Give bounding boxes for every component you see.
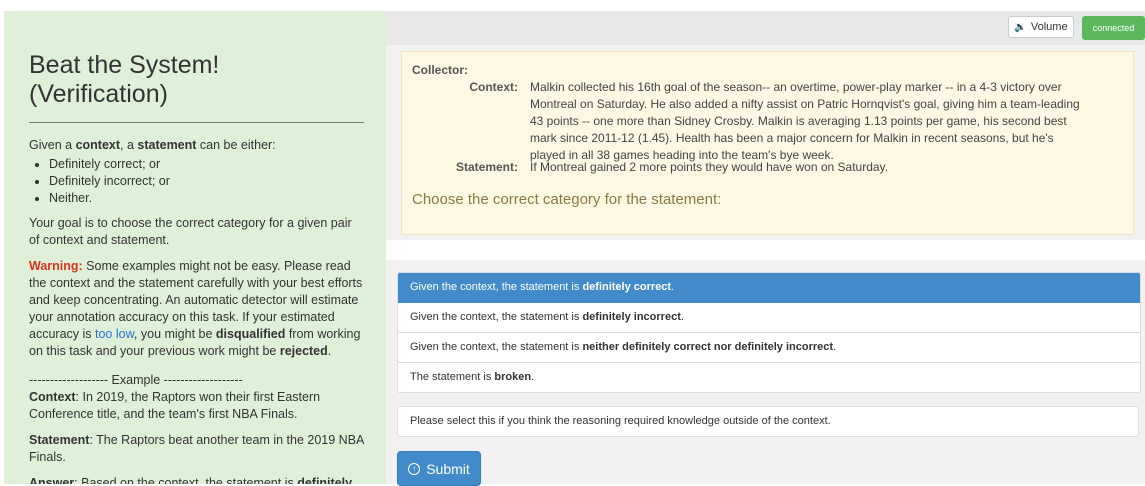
context-row: Context: Malkin collected his 16th goal … (402, 79, 1090, 164)
instructions-panel: Beat the System! (Verification) Given a … (4, 11, 386, 484)
statement-row: Statement: If Montreal gained 2 more poi… (402, 159, 1090, 176)
category-list: Definitely correct; or Definitely incorr… (29, 156, 364, 207)
option-definitely-incorrect[interactable]: Given the context, the statement is defi… (398, 303, 1140, 333)
volume-button[interactable]: 🔉 Volume (1008, 16, 1074, 38)
answer-options: Given the context, the statement is defi… (397, 272, 1141, 393)
statement-text: If Montreal gained 2 more points they wo… (530, 160, 888, 174)
too-low-link[interactable]: too low (95, 327, 134, 341)
context-text: Malkin collected his 16th goal of the se… (530, 80, 1080, 162)
context-label: Context: (469, 80, 518, 94)
submit-button[interactable]: ↑ Submit (397, 451, 481, 486)
speaker-icon: 🔉 (1014, 21, 1027, 33)
example-answer: Answer: Based on the context, the statem… (29, 476, 353, 484)
list-item: Definitely incorrect; or (49, 173, 364, 190)
list-item: Definitely correct; or (49, 156, 364, 173)
option-definitely-correct[interactable]: Given the context, the statement is defi… (398, 273, 1140, 303)
divider (29, 122, 364, 123)
option-broken[interactable]: The statement is broken. (398, 363, 1140, 392)
collector-label: Collector: (412, 63, 469, 77)
example-context: Context: In 2019, the Raptors won their … (29, 390, 321, 421)
outside-knowledge-option[interactable]: Please select this if you think the reas… (397, 406, 1139, 437)
upload-circle-icon: ↑ (408, 462, 421, 475)
task-panel: Collector: Context: Malkin collected his… (401, 51, 1134, 235)
list-item: Neither. (49, 190, 364, 207)
intro-text: Given a context, a statement can be eith… (29, 138, 276, 152)
goal-text: Your goal is to choose the correct categ… (29, 216, 352, 247)
spacer (386, 240, 1145, 260)
example-statement: Statement: The Raptors beat another team… (29, 433, 364, 464)
connection-status-badge: connected (1082, 16, 1145, 40)
statement-label: Statement: (455, 160, 518, 174)
option-neither[interactable]: Given the context, the statement is neit… (398, 333, 1140, 363)
choose-prompt: Choose the correct category for the stat… (412, 191, 722, 208)
example-header: ------------------- Example ------------… (29, 373, 243, 387)
warning-text: Warning: Some examples might not be easy… (29, 259, 363, 358)
page-title: Beat the System! (Verification) (29, 51, 220, 108)
